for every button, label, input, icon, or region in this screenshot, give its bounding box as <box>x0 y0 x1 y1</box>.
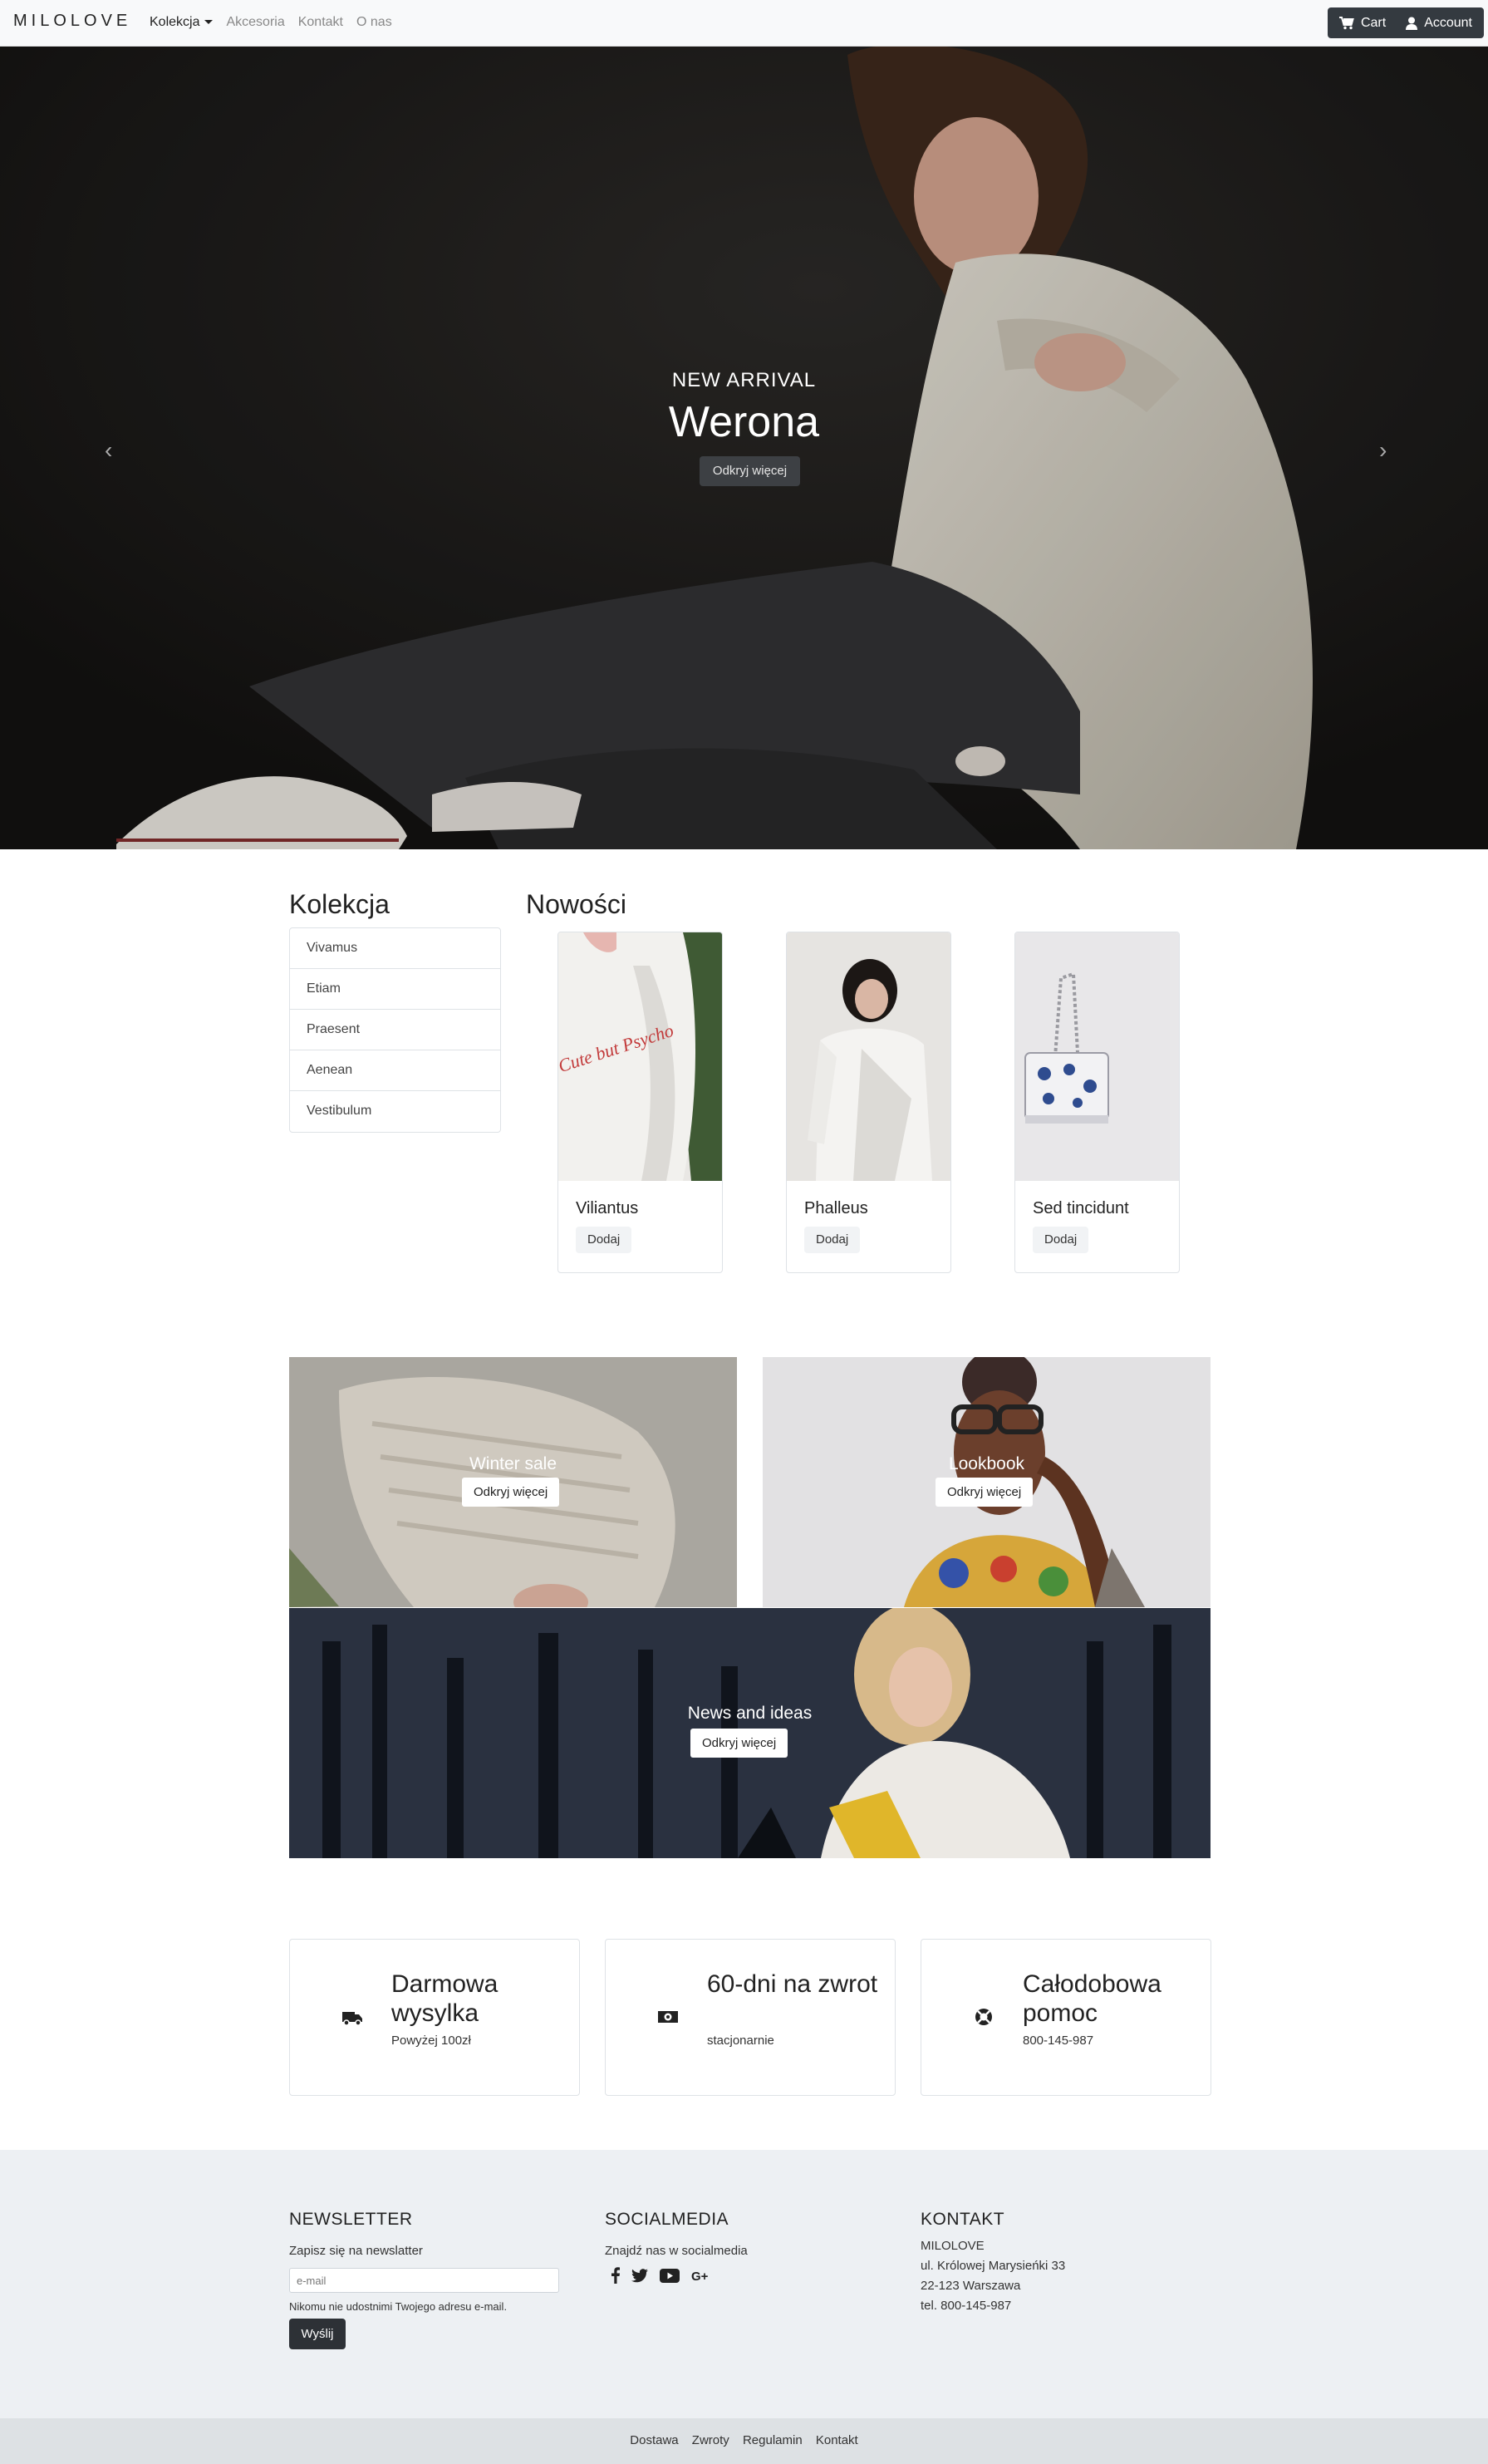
link-dostawa[interactable]: Dostawa <box>630 2433 678 2447</box>
cart-button[interactable]: Cart <box>1338 15 1387 31</box>
feature-subtitle: Powyżej 100zł <box>391 2034 471 2048</box>
email-field[interactable] <box>289 2268 559 2293</box>
hero-carousel: ‹ › NEW ARRIVAL Werona Odkryj więcej <box>0 47 1488 849</box>
money-icon <box>658 2011 678 2023</box>
navbar: MILOLOVE Kolekcja Akcesoria Kontakt O na… <box>0 0 1488 47</box>
news-heading: Nowości <box>526 889 626 919</box>
caret-down-icon <box>204 20 214 25</box>
link-kontakt[interactable]: Kontakt <box>816 2433 858 2447</box>
promo-cta-button[interactable]: Odkryj więcej <box>690 1729 788 1758</box>
product-image: Cute but Psycho <box>558 932 722 1181</box>
feature-card: Całodobowa pomoc 800-145-987 <box>921 1939 1211 2096</box>
hero-subtitle: NEW ARRIVAL <box>671 369 817 391</box>
add-to-cart-button[interactable]: Dodaj <box>804 1227 861 1253</box>
contact-phone: tel. 800-145-987 <box>921 2299 1012 2313</box>
promo-tile-news[interactable]: News and ideas Odkryj więcej <box>289 1608 1211 1858</box>
cart-icon <box>1338 16 1354 29</box>
nav-links: Kolekcja Akcesoria Kontakt O nas <box>150 15 405 30</box>
user-icon <box>1406 17 1418 30</box>
promo-label: News and ideas <box>687 1704 813 1723</box>
svg-text:G+: G+ <box>691 2270 709 2282</box>
link-regulamin[interactable]: Regulamin <box>743 2433 803 2447</box>
product-image <box>787 932 950 1181</box>
promo-cta-button[interactable]: Odkryj więcej <box>936 1478 1034 1507</box>
feature-title: Całodobowa pomoc <box>1023 1970 1161 2027</box>
newsletter-text: Zapisz się na newslatter <box>289 2244 423 2258</box>
facebook-icon[interactable] <box>611 2267 620 2284</box>
promo-tile-lookbook[interactable]: Lookbook Odkryj więcej <box>763 1357 1211 1607</box>
footer <box>0 2150 1488 2418</box>
link-zwroty[interactable]: Zwroty <box>692 2433 729 2447</box>
social-icons: G+ <box>611 2267 710 2284</box>
feature-title: 60-dni na zwrot <box>707 1970 878 1998</box>
promo-label: Lookbook <box>948 1454 1025 1473</box>
nav-buttons: Cart Account <box>1327 7 1484 38</box>
hero-image <box>0 47 1488 849</box>
product-title: Sed tincidunt <box>1033 1199 1129 1217</box>
collection-item[interactable]: Etiam <box>290 969 500 1010</box>
feature-card: 60-dni na zwrot stacjonarnie <box>605 1939 896 2096</box>
product-card[interactable]: Sed tincidunt Dodaj <box>1014 932 1180 1273</box>
account-button[interactable]: Account <box>1406 16 1472 31</box>
nav-kolekcja[interactable]: Kolekcja <box>150 15 214 30</box>
hero-cta-button[interactable]: Odkryj więcej <box>700 456 800 486</box>
youtube-icon[interactable] <box>660 2268 680 2283</box>
collection-list: Vivamus Etiam Praesent Aenean Vestibulum <box>289 927 501 1133</box>
add-to-cart-button[interactable]: Dodaj <box>1033 1227 1089 1253</box>
newsletter-heading: NEWSLETTER <box>289 2210 413 2229</box>
truck-icon <box>342 2012 362 2026</box>
hero-title: Werona <box>668 398 820 446</box>
send-button[interactable]: Wyślij <box>289 2319 346 2349</box>
account-label: Account <box>1424 15 1472 30</box>
product-card[interactable]: Cute but Psycho Viliantus Dodaj <box>557 932 723 1273</box>
feature-card: Darmowa wysylka Powyżej 100zł <box>289 1939 580 2096</box>
contact-street: ul. Królowej Marysieńki 33 <box>921 2259 1066 2273</box>
contact-name: MILOLOVE <box>921 2239 985 2253</box>
contact-heading: KONTAKT <box>921 2210 1005 2229</box>
promo-tile-winter-sale[interactable]: Winter sale Odkryj więcej <box>289 1357 737 1607</box>
google-plus-icon[interactable]: G+ <box>691 2269 710 2282</box>
twitter-icon[interactable] <box>631 2268 648 2283</box>
contact-city: 22-123 Warszawa <box>921 2279 1021 2293</box>
social-text: Znajdź nas w socialmedia <box>605 2244 748 2258</box>
product-image <box>1015 932 1179 1181</box>
feature-title: Darmowa wysylka <box>391 1970 498 2027</box>
product-card[interactable]: Phalleus Dodaj <box>786 932 951 1273</box>
collection-item[interactable]: Vivamus <box>290 928 500 969</box>
social-heading: SOCIALMEDIA <box>605 2210 729 2229</box>
promo-label: Winter sale <box>469 1454 557 1473</box>
collection-item[interactable]: Aenean <box>290 1050 500 1091</box>
collection-heading: Kolekcja <box>289 889 390 919</box>
feature-subtitle: 800-145-987 <box>1023 2034 1094 2048</box>
collection-item[interactable]: Vestibulum <box>290 1091 500 1132</box>
feature-subtitle: stacjonarnie <box>707 2034 774 2048</box>
cart-label: Cart <box>1360 15 1387 30</box>
bottom-links: Dostawa Zwroty Regulamin Kontakt <box>0 2433 1488 2447</box>
promo-cta-button[interactable]: Odkryj więcej <box>462 1478 560 1507</box>
brand-logo[interactable]: MILOLOVE <box>13 12 131 31</box>
nav-akcesoria[interactable]: Akcesoria <box>226 15 284 30</box>
nav-kontakt[interactable]: Kontakt <box>298 15 343 30</box>
nav-o-nas[interactable]: O nas <box>356 15 392 30</box>
product-title: Viliantus <box>576 1199 639 1217</box>
product-title: Phalleus <box>804 1199 868 1217</box>
newsletter-note: Nikomu nie udostnimi Twojego adresu e-ma… <box>289 2300 508 2313</box>
lifebuoy-icon <box>975 2009 992 2025</box>
add-to-cart-button[interactable]: Dodaj <box>576 1227 632 1253</box>
collection-item[interactable]: Praesent <box>290 1010 500 1050</box>
